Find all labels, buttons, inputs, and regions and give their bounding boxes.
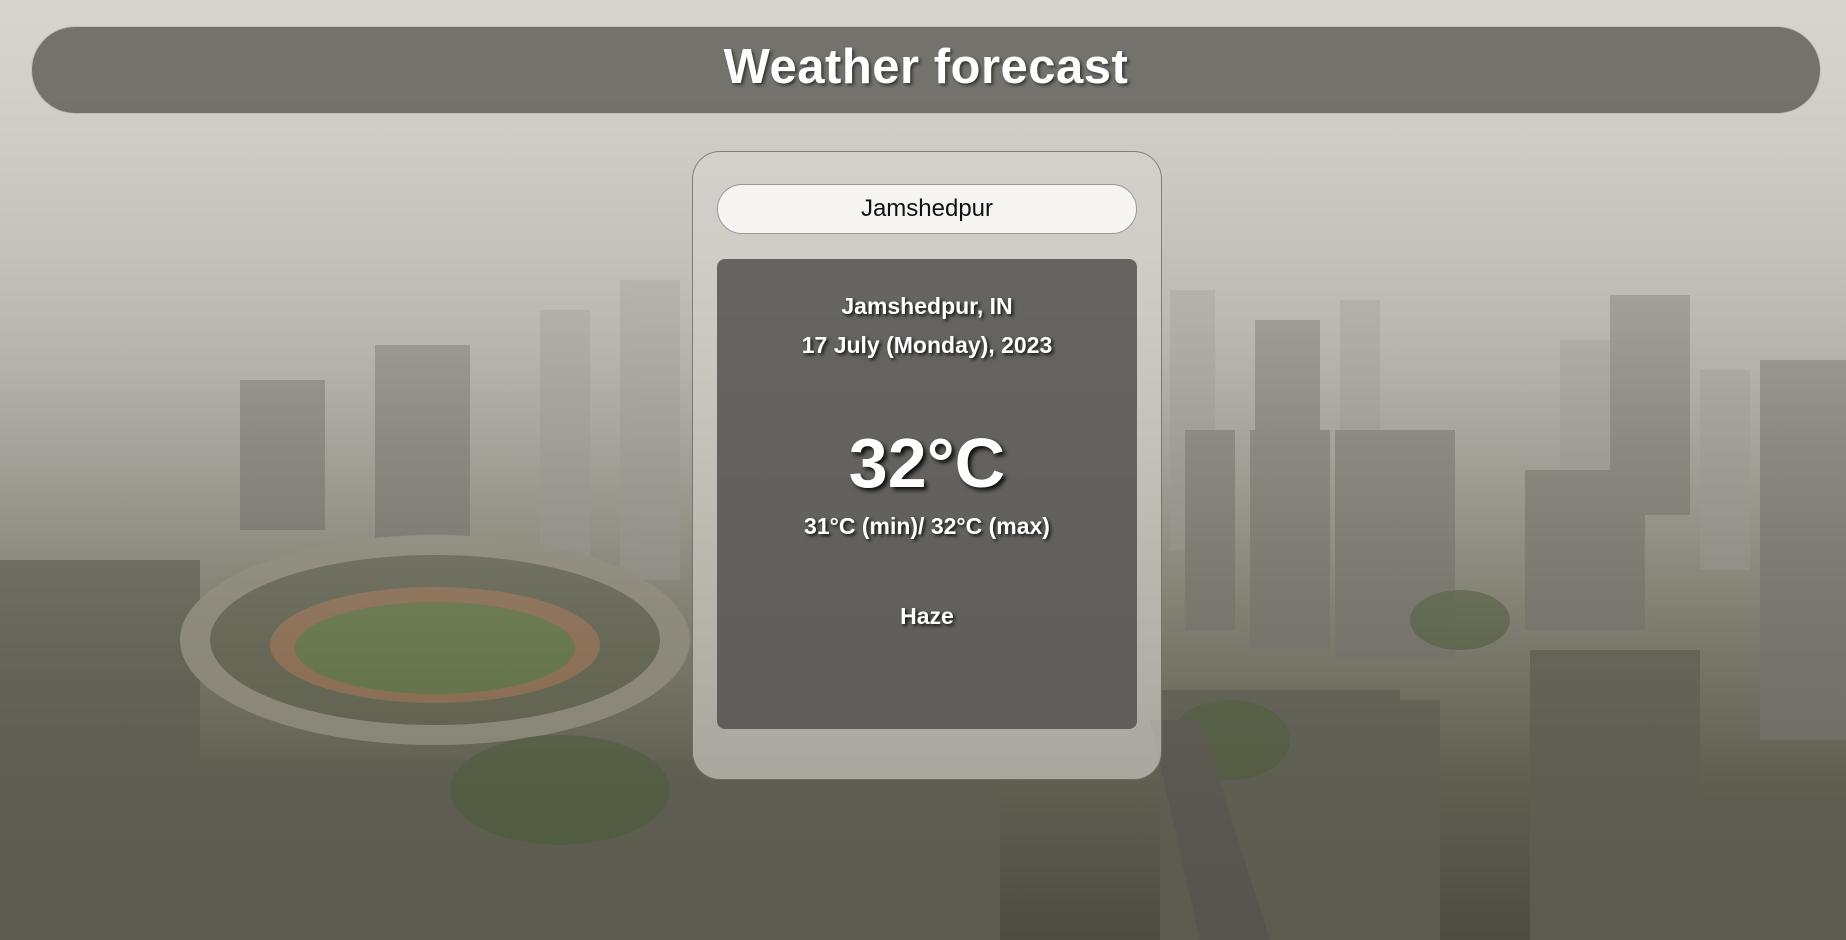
- weather-card: Jamshedpur, IN 17 July (Monday), 2023 32…: [692, 151, 1162, 780]
- min-max-temperature: 31°C (min)/ 32°C (max): [804, 513, 1050, 539]
- app-header: Weather forecast: [31, 26, 1821, 114]
- city-search-input[interactable]: [717, 184, 1137, 234]
- page-title: Weather forecast: [723, 40, 1129, 94]
- weather-info-panel: Jamshedpur, IN 17 July (Monday), 2023 32…: [717, 259, 1137, 729]
- location-label: Jamshedpur, IN: [841, 293, 1013, 319]
- date-label: 17 July (Monday), 2023: [801, 332, 1053, 358]
- current-temperature: 32°C: [848, 424, 1006, 502]
- weather-condition: Haze: [900, 603, 954, 629]
